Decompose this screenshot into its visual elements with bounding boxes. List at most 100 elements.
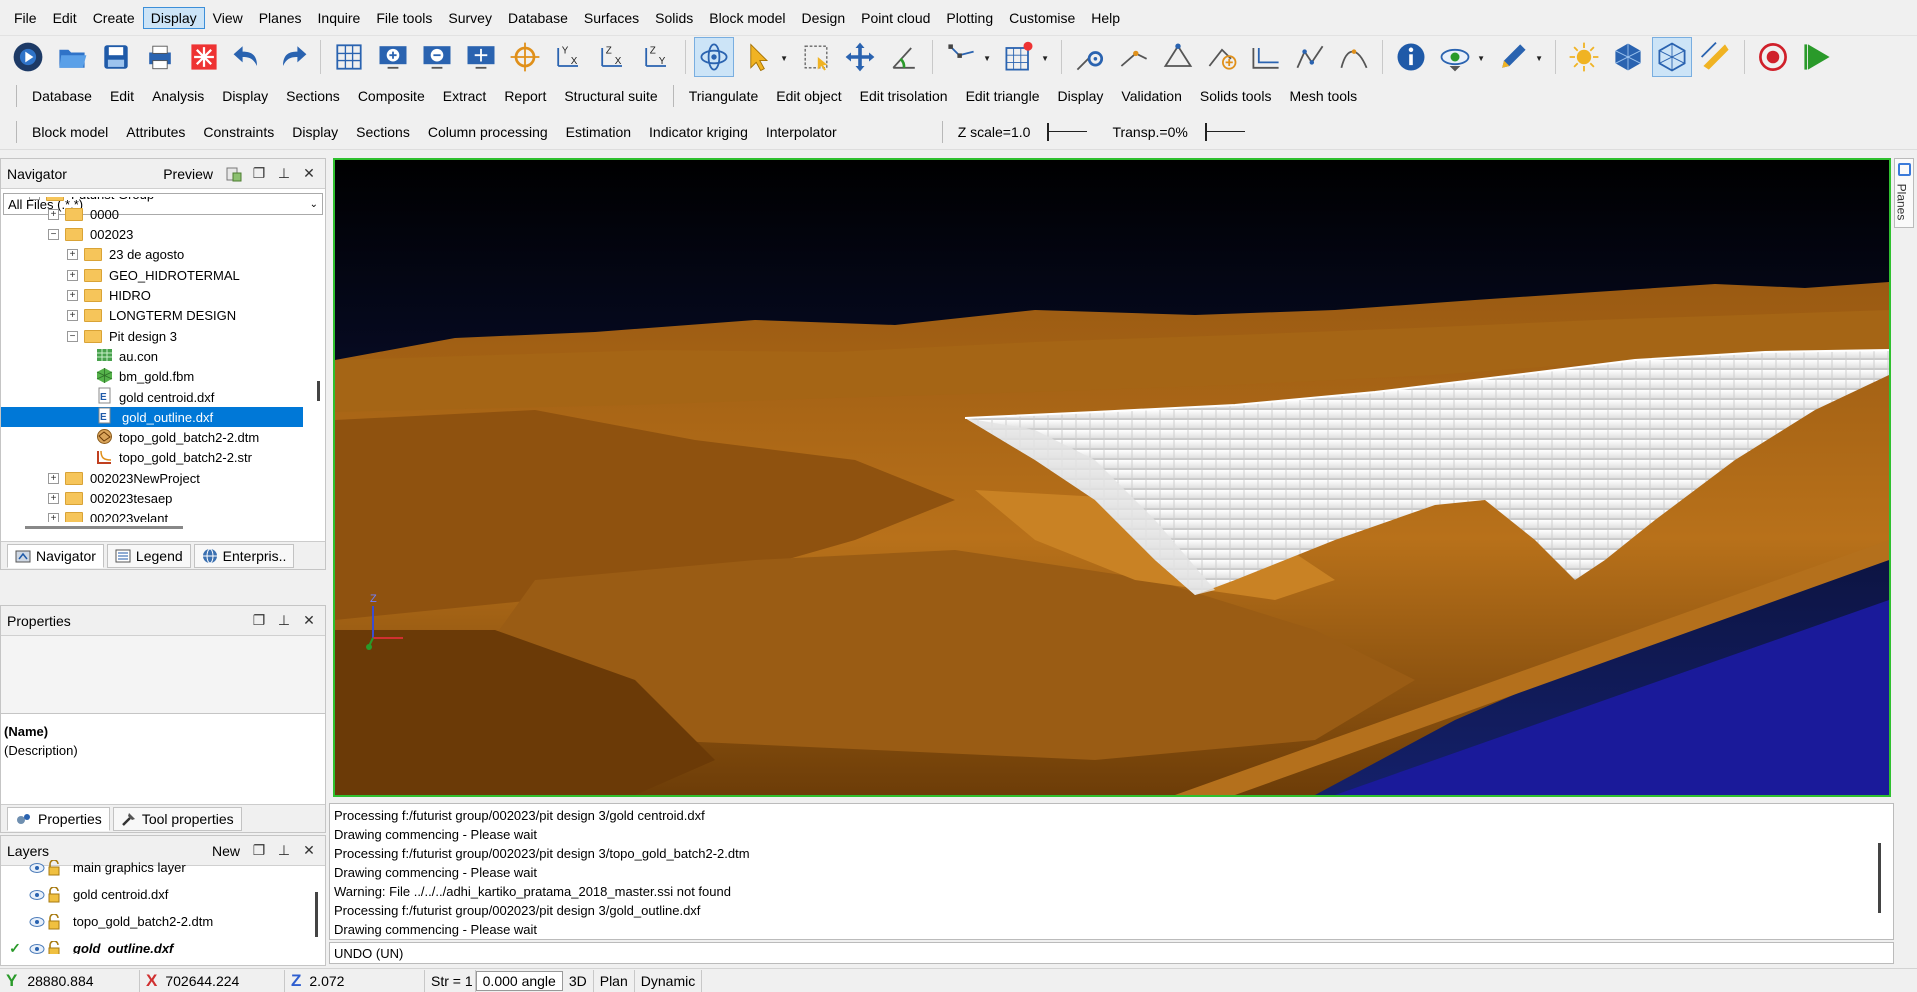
shaded-solid-icon[interactable] bbox=[1608, 37, 1648, 77]
rotate-3d-icon[interactable] bbox=[694, 37, 734, 77]
dynamic-button[interactable]: Dynamic bbox=[635, 969, 703, 992]
layer-row[interactable]: ✓ gold_outline.dxf bbox=[1, 935, 325, 954]
dropdown-arrow-icon[interactable]: ▼ bbox=[983, 54, 991, 63]
surface-menu-solids-tools[interactable]: Solids tools bbox=[1191, 88, 1281, 104]
eye-icon[interactable] bbox=[29, 862, 45, 874]
tree-folder[interactable]: + HIDRO bbox=[1, 286, 303, 306]
eye-icon[interactable] bbox=[29, 916, 45, 928]
expand-icon[interactable]: + bbox=[67, 290, 78, 301]
expand-icon[interactable]: + bbox=[67, 249, 78, 261]
menu-solids[interactable]: Solids bbox=[647, 7, 701, 29]
save-icon[interactable] bbox=[96, 37, 136, 77]
expand-icon[interactable]: + bbox=[48, 472, 59, 484]
eye-icon[interactable] bbox=[29, 943, 45, 955]
eye-icon[interactable] bbox=[29, 889, 45, 901]
record-macro-icon[interactable] bbox=[1753, 37, 1793, 77]
tree-horizontal-scrollbar[interactable] bbox=[25, 526, 183, 529]
db-menu-composite[interactable]: Composite bbox=[349, 88, 434, 104]
surface-menu-edit-trisolation[interactable]: Edit trisolation bbox=[851, 88, 957, 104]
collapse-icon[interactable]: − bbox=[29, 197, 40, 200]
bm-menu-attributes[interactable]: Attributes bbox=[117, 124, 194, 140]
settings-gear-icon[interactable] bbox=[1070, 37, 1110, 77]
tree-folder[interactable]: + GEO_HIDROTERMAL bbox=[1, 265, 303, 285]
console-scrollbar[interactable] bbox=[1878, 843, 1881, 913]
expand-icon[interactable]: + bbox=[48, 513, 59, 522]
checkbox-empty[interactable] bbox=[7, 861, 23, 875]
offset-line-icon[interactable] bbox=[1246, 37, 1286, 77]
pin-icon[interactable]: ⊥ bbox=[274, 611, 294, 631]
target-icon[interactable] bbox=[505, 37, 545, 77]
layer-row[interactable]: topo_gold_batch2-2.dtm bbox=[1, 908, 325, 935]
expand-icon[interactable]: + bbox=[67, 269, 78, 281]
select-pointer-icon[interactable]: ▼ bbox=[738, 37, 788, 77]
preview-icon[interactable] bbox=[224, 164, 244, 184]
layer-row[interactable]: main graphics layer bbox=[1, 854, 325, 881]
menu-design[interactable]: Design bbox=[794, 7, 854, 29]
tree-vertical-scrollbar[interactable] bbox=[317, 381, 320, 401]
undo-icon[interactable] bbox=[228, 37, 268, 77]
menu-customise[interactable]: Customise bbox=[1001, 7, 1083, 29]
tree-file[interactable]: Egold centroid.dxf bbox=[1, 387, 303, 407]
zoom-in-icon[interactable] bbox=[373, 37, 413, 77]
expand-icon[interactable]: + bbox=[48, 493, 59, 504]
view-zx-icon[interactable]: ZX bbox=[593, 37, 633, 77]
db-menu-database[interactable]: Database bbox=[23, 88, 101, 104]
menu-file[interactable]: File bbox=[6, 7, 45, 29]
view-zy-icon[interactable]: ZY bbox=[637, 37, 677, 77]
surface-menu-edit-object[interactable]: Edit object bbox=[767, 88, 850, 104]
float-icon[interactable]: ❐ bbox=[249, 164, 269, 184]
planes-tab[interactable]: Planes bbox=[1894, 158, 1914, 228]
tab-enterpris[interactable]: Enterpris.. bbox=[193, 543, 295, 568]
close-icon[interactable]: ✕ bbox=[299, 611, 319, 631]
menu-block-model[interactable]: Block model bbox=[701, 7, 793, 29]
dropdown-arrow-icon[interactable]: ▼ bbox=[780, 54, 788, 63]
surface-menu-validation[interactable]: Validation bbox=[1112, 88, 1190, 104]
string-tool-icon[interactable]: ▼ bbox=[941, 37, 991, 77]
bm-menu-constraints[interactable]: Constraints bbox=[194, 124, 283, 140]
lighting-sun-icon[interactable] bbox=[1564, 37, 1604, 77]
wireframe-icon[interactable] bbox=[1652, 37, 1692, 77]
app-logo-icon[interactable] bbox=[8, 37, 48, 77]
redo-icon[interactable] bbox=[272, 37, 312, 77]
view-yx-icon[interactable]: YX bbox=[549, 37, 589, 77]
pin-icon[interactable]: ⊥ bbox=[274, 164, 294, 184]
bm-menu-sections[interactable]: Sections bbox=[347, 124, 419, 140]
move-icon[interactable] bbox=[840, 37, 880, 77]
zoom-out-icon[interactable] bbox=[417, 37, 457, 77]
info-icon[interactable] bbox=[1391, 37, 1431, 77]
view-plan-button[interactable]: Plan bbox=[594, 969, 635, 992]
measure-angle-icon[interactable] bbox=[884, 37, 924, 77]
tree-file[interactable]: Egold_outline.dxf bbox=[1, 407, 303, 428]
tree-folder[interactable]: +0000 bbox=[1, 204, 303, 224]
menu-create[interactable]: Create bbox=[85, 7, 143, 29]
collapse-icon[interactable]: − bbox=[67, 330, 78, 342]
tree-folder[interactable]: +002023NewProject bbox=[1, 468, 303, 488]
tree-folder[interactable]: +002023tesaep bbox=[1, 489, 303, 509]
triangle-edit-icon[interactable] bbox=[1158, 37, 1198, 77]
clip-plane-icon[interactable] bbox=[1696, 37, 1736, 77]
open-folder-icon[interactable] bbox=[52, 37, 92, 77]
lock-icon[interactable] bbox=[47, 940, 61, 954]
tree-folder[interactable]: − 002023 bbox=[1, 225, 303, 245]
tree-folder[interactable]: − Pit design 3 bbox=[1, 326, 303, 346]
lock-icon[interactable] bbox=[47, 886, 61, 903]
layers-vertical-scrollbar[interactable] bbox=[315, 892, 318, 937]
surface-menu-edit-triangle[interactable]: Edit triangle bbox=[957, 88, 1049, 104]
tab-navigator[interactable]: Navigator bbox=[7, 543, 104, 568]
tree-folder[interactable]: +23 de agosto bbox=[1, 245, 303, 265]
edit-point-icon[interactable] bbox=[1114, 37, 1154, 77]
menu-file-tools[interactable]: File tools bbox=[368, 7, 440, 29]
bm-menu-indicator-kriging[interactable]: Indicator kriging bbox=[640, 124, 757, 140]
db-menu-analysis[interactable]: Analysis bbox=[143, 88, 213, 104]
dropdown-arrow-icon[interactable]: ▼ bbox=[1041, 54, 1049, 63]
tree-file[interactable]: au.con bbox=[1, 346, 303, 366]
bm-menu-estimation[interactable]: Estimation bbox=[557, 124, 640, 140]
db-menu-display[interactable]: Display bbox=[213, 88, 277, 104]
bm-menu-column-processing[interactable]: Column processing bbox=[419, 124, 557, 140]
menu-database[interactable]: Database bbox=[500, 7, 576, 29]
db-menu-edit[interactable]: Edit bbox=[101, 88, 143, 104]
db-menu-extract[interactable]: Extract bbox=[434, 88, 496, 104]
command-input[interactable]: UNDO (UN) bbox=[329, 942, 1894, 964]
float-icon[interactable]: ❐ bbox=[249, 611, 269, 631]
menu-edit[interactable]: Edit bbox=[45, 7, 85, 29]
